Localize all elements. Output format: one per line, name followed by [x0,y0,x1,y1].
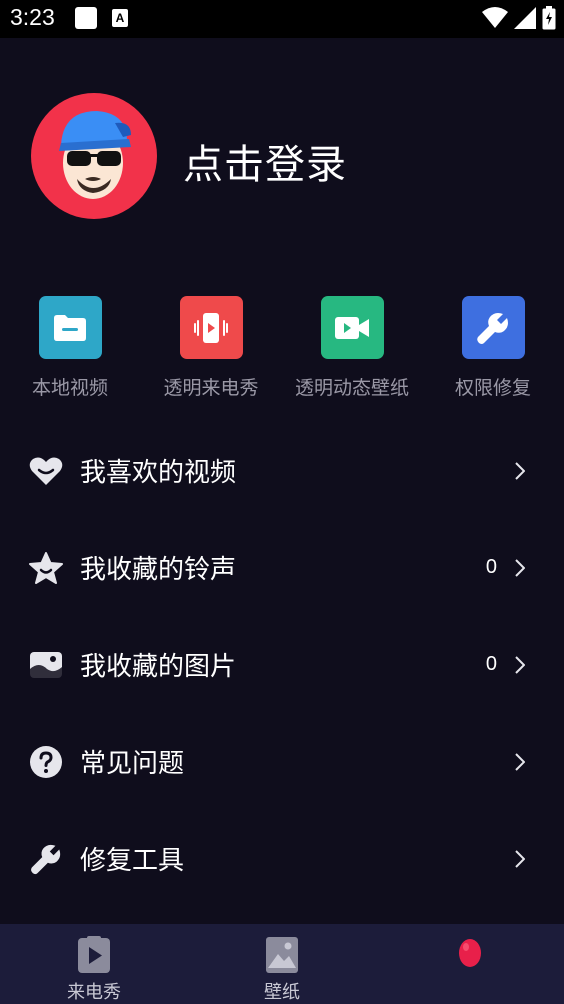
chevron-right-icon [513,848,527,870]
shortcut-permission-repair[interactable]: 权限修复 [423,296,563,400]
question-icon [29,745,63,779]
menu-item-faq[interactable]: 常见问题 [0,713,564,810]
tab-label: 壁纸 [264,982,300,1003]
tab-mine[interactable] [400,924,540,1004]
folder-icon [38,296,102,359]
image-icon [29,648,63,682]
video-camera-icon [320,296,384,359]
menu-item-liked-videos[interactable]: 我喜欢的视频 [0,422,564,519]
shortcut-label: 权限修复 [454,377,531,399]
tab-wallpaper[interactable]: 壁纸 [212,924,352,1004]
menu-item-favorite-images[interactable]: 我收藏的图片 0 [0,616,564,713]
menu-item-favorite-ringtones[interactable]: 我收藏的铃声 0 [0,519,564,616]
menu-item-count: 0 [485,653,497,675]
tab-label: 来电秀 [67,982,121,1003]
status-icons [482,6,556,30]
login-prompt[interactable]: 点击登录 [183,132,347,190]
menu-item-label: 常见问题 [80,749,185,779]
shortcut-label: 透明来电秀 [163,377,259,399]
phone-vibrate-icon [179,296,243,359]
menu-item-count: 0 [485,556,497,578]
shortcut-label: 本地视频 [31,377,108,399]
notification-square-icon [75,7,97,29]
phone-play-icon [77,936,111,978]
menu-item-repair-tools[interactable]: 修复工具 [0,810,564,907]
shortcut-transparent-call-show[interactable]: 透明来电秀 [141,296,281,400]
notification-a-icon: A [112,9,128,27]
chevron-right-icon [513,751,527,773]
wrench-icon [29,842,63,876]
profile-blob-icon [457,938,483,972]
wifi-icon [482,7,508,28]
signal-icon [514,7,536,29]
wrench-icon [461,296,525,359]
shortcut-label: 透明动态壁纸 [294,377,409,399]
avatar[interactable] [31,93,157,219]
shortcut-transparent-live-wallpaper[interactable]: 透明动态壁纸 [282,296,422,400]
menu-item-label: 我收藏的图片 [80,652,237,682]
menu-list: 我喜欢的视频 我收藏的铃声 0 我收藏的图片 0 常见问题 修复工具 [0,422,564,907]
profile-header[interactable]: 点击登录 [0,90,564,220]
menu-item-label: 修复工具 [80,846,185,876]
avatar-face-icon [59,111,131,199]
star-icon [29,551,63,585]
menu-item-label: 我喜欢的视频 [80,458,237,488]
heart-icon [29,454,63,488]
shortcut-grid: 本地视频 透明来电秀 透明动态壁纸 权限修复 [0,296,564,406]
status-time: 3:23 [10,4,55,30]
chevron-right-icon [513,460,527,482]
status-bar: 3:23 A [0,0,564,38]
bottom-tab-bar: 来电秀 壁纸 [0,924,564,1004]
chevron-right-icon [513,654,527,676]
chevron-right-icon [513,557,527,579]
picture-icon [265,936,299,978]
shortcut-local-video[interactable]: 本地视频 [0,296,140,400]
battery-icon [542,6,556,30]
menu-item-label: 我收藏的铃声 [80,555,237,585]
tab-call-show[interactable]: 来电秀 [24,924,164,1004]
